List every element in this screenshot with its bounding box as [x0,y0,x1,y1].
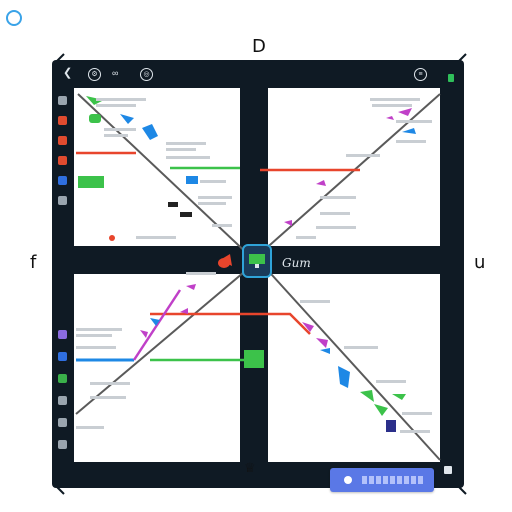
search-bar[interactable] [330,468,434,492]
search-placeholder [362,476,424,484]
diagonal-route-sw [75,261,257,415]
status-icon [444,466,452,474]
green-marker[interactable] [392,394,406,400]
navy-marker[interactable] [386,420,396,432]
magenta-marker[interactable] [186,284,196,290]
crown-icon: ♕ [244,460,256,475]
blue-marker[interactable] [186,176,198,184]
hub-node[interactable] [242,244,272,278]
green-marker[interactable] [78,176,104,188]
green-marker[interactable] [360,390,374,402]
corner-tick [55,53,65,63]
magenta-marker[interactable] [386,116,394,120]
corner-tick [55,485,65,495]
magenta-marker[interactable] [316,180,326,186]
magenta-marker[interactable] [316,338,328,348]
magenta-marker[interactable] [398,108,412,116]
search-icon [344,476,352,484]
red-marker[interactable] [109,235,115,241]
blue-marker[interactable] [142,124,158,140]
green-marker[interactable] [89,114,101,123]
hub-label: Gum [282,256,311,270]
magenta-marker[interactable] [140,330,148,338]
corner-tick [457,485,467,495]
dark-marker[interactable] [180,212,192,217]
green-marker[interactable] [374,404,388,416]
corner-tick [457,53,467,63]
blue-marker[interactable] [402,128,416,134]
dark-marker[interactable] [168,202,178,207]
magenta-marker[interactable] [284,220,292,226]
canvas: D f u ❮ ⚙ ∞ ◎ ≡ Gum ♕ [0,0,512,512]
green-marker[interactable] [244,350,264,368]
blue-marker[interactable] [320,348,330,354]
magenta-route [132,289,182,361]
blue-marker[interactable] [120,114,134,124]
monitor-icon [249,254,265,268]
blue-marker[interactable] [338,366,350,388]
hub-pin-icon[interactable] [218,258,230,268]
diagonal-route-nw [77,93,253,259]
